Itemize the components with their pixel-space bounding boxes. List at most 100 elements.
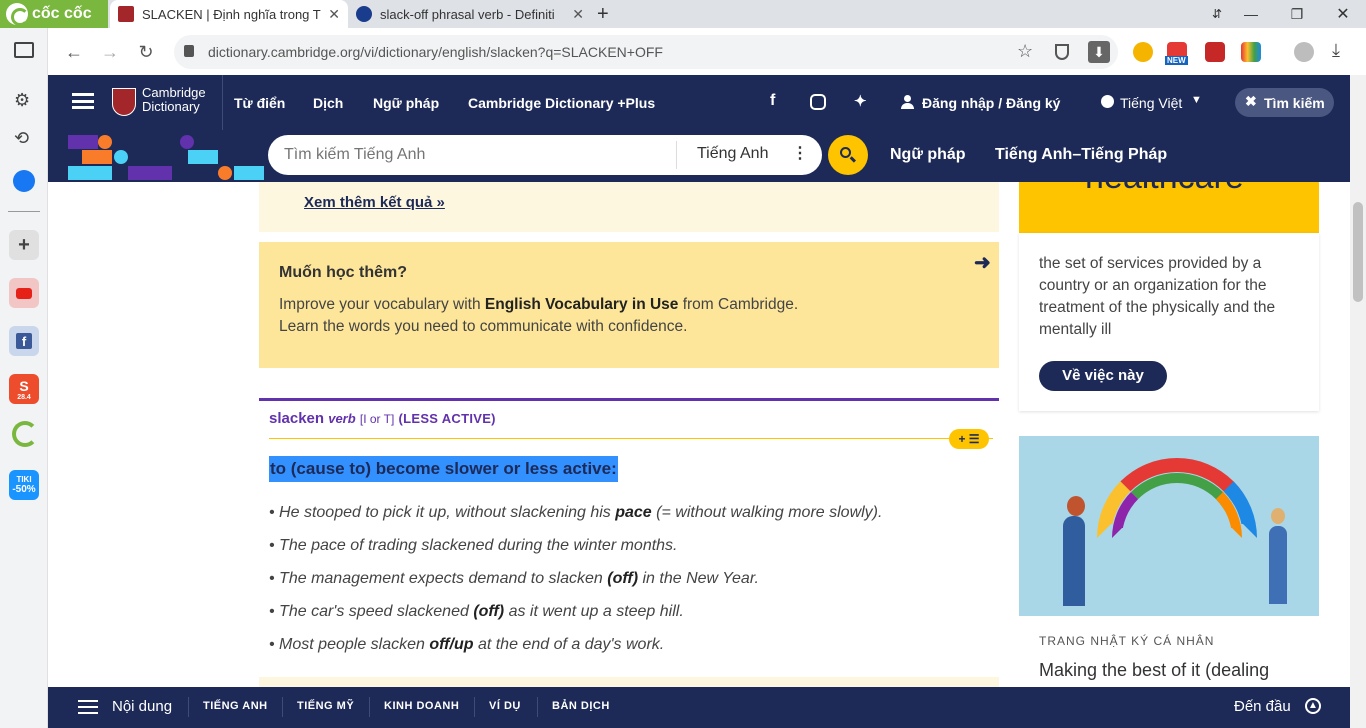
close-tab-icon[interactable]: ✕	[572, 6, 584, 23]
scrollbar-thumb[interactable]	[1353, 202, 1363, 302]
login-link[interactable]: Đăng nhập / Đăng ký	[922, 95, 1060, 111]
coccoc-leaf-icon[interactable]	[12, 421, 38, 447]
tab-title: slack-off phrasal verb - Definiti	[380, 6, 555, 22]
grammar-link[interactable]: Ngữ pháp	[890, 146, 966, 164]
search-input[interactable]	[284, 144, 664, 166]
facebook-icon[interactable]: f	[770, 92, 775, 110]
page-scrollbar[interactable]	[1350, 75, 1366, 728]
reload-icon[interactable]: ↻	[132, 38, 160, 66]
twitter-icon[interactable]: ✦	[854, 92, 867, 110]
tab-slacken[interactable]: SLACKEN | Định nghĩa trong T ✕	[110, 0, 348, 28]
example-sentence: • Most people slacken off/up at the end …	[269, 636, 665, 653]
bottom-link-business[interactable]: KINH DOANH	[384, 700, 459, 712]
word-definition: the set of services provided by a countr…	[1039, 255, 1276, 338]
person-figure	[1063, 516, 1085, 606]
definition-text[interactable]: to (cause to) become slower or less acti…	[269, 456, 618, 482]
history-icon[interactable]: ⟲	[14, 128, 29, 149]
new-tab-button[interactable]: +	[597, 3, 609, 26]
example-text: Most people slacken	[279, 636, 430, 653]
tab-title: SLACKEN | Định nghĩa trong T	[142, 6, 321, 22]
facebook-icon[interactable]: f	[9, 326, 39, 356]
profile-avatar[interactable]	[1294, 42, 1314, 62]
nav-translate[interactable]: Dịch	[313, 95, 343, 111]
download-icon[interactable]: ⤓	[1332, 40, 1340, 61]
learn-line1-post: from Cambridge.	[678, 296, 799, 313]
contents-menu-icon[interactable]	[78, 700, 98, 714]
example-text: at the end of a day's work.	[473, 636, 665, 653]
shield-icon[interactable]	[1055, 44, 1069, 60]
nav-grammar[interactable]: Ngữ pháp	[373, 95, 439, 111]
tiki-icon[interactable]: TIKI -50%	[9, 470, 39, 500]
add-to-list-button[interactable]: + ☰	[949, 429, 989, 449]
tiki-label: TIKI	[16, 475, 32, 484]
close-icon: ✖	[1245, 93, 1257, 109]
bottom-link-english[interactable]: TIẾNG ANH	[203, 700, 268, 712]
chevron-down-icon[interactable]: ▼	[1191, 94, 1202, 106]
example-emphasis: pace	[615, 504, 652, 521]
extension-red-icon[interactable]	[1205, 42, 1225, 62]
blog-label: TRANG NHẬT KÝ CÁ NHÂN	[1039, 634, 1215, 648]
bottom-link-examples[interactable]: VÍ DỤ	[489, 700, 521, 712]
nav-plus[interactable]: Cambridge Dictionary +Plus	[468, 95, 655, 111]
add-shortcut-icon[interactable]: +	[9, 230, 39, 260]
bottom-separator	[474, 697, 475, 717]
sidebar-toggle-icon[interactable]	[14, 42, 34, 58]
extension-color-icon[interactable]	[1241, 42, 1261, 62]
cambridge-shield-icon	[112, 88, 136, 116]
hamburger-menu-icon[interactable]	[72, 93, 94, 109]
download-manager-icon[interactable]: ⬇	[1088, 41, 1110, 63]
forward-arrow-icon[interactable]: →	[96, 38, 124, 66]
more-results-panel: Xem thêm kết quả »	[259, 182, 999, 232]
more-results-link[interactable]: Xem thêm kết quả »	[304, 194, 445, 211]
close-tab-icon[interactable]: ✕	[328, 6, 340, 23]
bookmark-star-icon[interactable]: ☆	[1017, 41, 1033, 62]
logo-line2: Dictionary	[142, 99, 200, 114]
instagram-icon[interactable]	[810, 94, 826, 110]
child-head	[1271, 508, 1285, 524]
learn-title: Muốn học thêm?	[279, 264, 407, 281]
language-selector[interactable]: Tiếng Việt	[1120, 95, 1182, 111]
dictionary-select[interactable]: Tiếng Anh	[697, 145, 768, 163]
about-this-button[interactable]: Về việc này	[1039, 361, 1167, 391]
back-to-top-link[interactable]: Đến đầu	[1234, 698, 1291, 715]
coccoc-brand-text: cốc cốc	[32, 5, 92, 22]
bottom-link-american[interactable]: TIẾNG MỸ	[297, 700, 354, 712]
lock-icon[interactable]	[184, 45, 194, 57]
coccoc-logo[interactable]: cốc cốc	[6, 3, 92, 26]
shopee-icon[interactable]: S 28.4	[9, 374, 39, 404]
blog-image[interactable]	[1019, 436, 1319, 616]
maximize-button[interactable]: ❐	[1274, 0, 1320, 28]
example-text: The pace of trading slackened during the…	[279, 537, 678, 554]
learn-book-title[interactable]: English Vocabulary in Use	[485, 296, 679, 313]
search-box: Tiếng Anh ⋮	[268, 135, 822, 175]
bottom-link-translations[interactable]: BẢN DỊCH	[552, 700, 610, 712]
youtube-icon[interactable]	[9, 278, 39, 308]
arrow-right-icon[interactable]: ➜	[974, 250, 991, 275]
search-toggle-button[interactable]: ✖ Tìm kiếm	[1235, 88, 1334, 117]
messenger-icon[interactable]	[13, 170, 35, 192]
contents-link[interactable]: Nội dung	[112, 698, 172, 715]
learn-line1-pre: Improve your vocabulary with	[279, 296, 485, 313]
tab-slack-off[interactable]: slack-off phrasal verb - Definiti ✕	[348, 0, 592, 28]
search-bar-area: Tiếng Anh ⋮ Ngữ pháp Tiếng Anh–Tiếng Phá…	[48, 130, 1350, 182]
url-text[interactable]: dictionary.cambridge.org/vi/dictionary/e…	[208, 44, 663, 60]
more-options-icon[interactable]: ⋮	[792, 143, 808, 163]
word-of-day-banner[interactable]: healthcare	[1019, 182, 1319, 233]
nav-dictionary[interactable]: Từ điển	[234, 95, 285, 111]
bottom-separator	[282, 697, 283, 717]
settings-gear-icon[interactable]: ⚙	[14, 90, 30, 111]
site-logo[interactable]: Cambridge Dictionary	[142, 86, 206, 114]
minimize-button[interactable]: —	[1228, 0, 1274, 28]
arrow-up-icon[interactable]: ▲	[1305, 698, 1321, 714]
example-text: The management expects demand to slacken	[279, 570, 608, 587]
example-text: He stooped to pick it up, without slacke…	[279, 504, 616, 521]
search-button[interactable]	[828, 135, 868, 175]
back-arrow-icon[interactable]: ←	[60, 38, 88, 66]
blog-card[interactable]: TRANG NHẬT KÝ CÁ NHÂN Making the best of…	[1019, 616, 1319, 687]
close-window-button[interactable]: ✕	[1320, 0, 1366, 28]
learn-more-box[interactable]: Muốn học thêm? ➜ Improve your vocabulary…	[259, 242, 999, 368]
english-french-link[interactable]: Tiếng Anh–Tiếng Pháp	[995, 146, 1167, 164]
extension-chrome-icon[interactable]	[1133, 42, 1153, 62]
browser-sidebar: ⚙ ⟲ + f S 28.4 TIKI -50%	[0, 28, 48, 728]
blog-title[interactable]: Making the best of it (dealing	[1039, 660, 1269, 681]
